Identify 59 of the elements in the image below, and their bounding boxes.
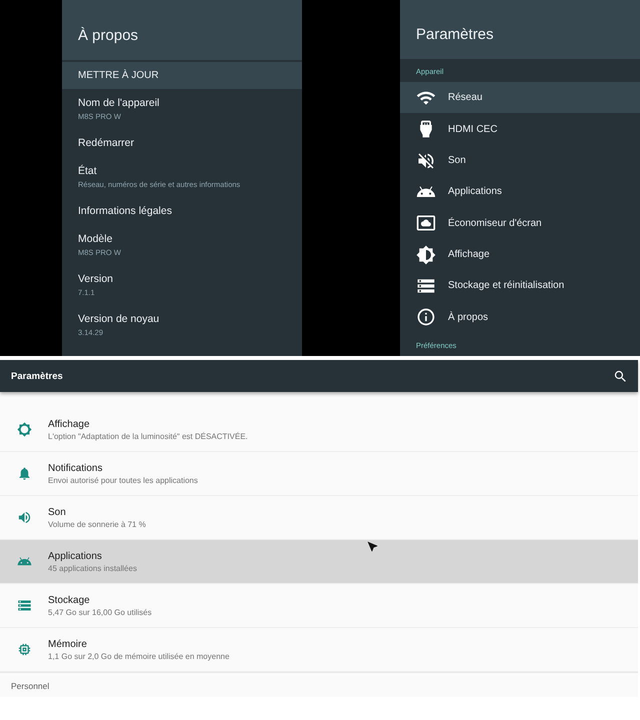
item-title: METTRE À JOUR [78, 70, 160, 81]
item-subtitle: 45 applications installées [48, 564, 137, 572]
item-label: HDMI CEC [448, 124, 498, 135]
item-label: Applications [448, 186, 502, 198]
menu-item[interactable]: METTRE À JOUR [62, 62, 302, 89]
menu-item[interactable]: Applications [400, 176, 640, 208]
settings-item[interactable]: Mémoire 1,1 Go sur 2,0 Go de mémoire utilisée en moyenne [0, 628, 638, 672]
item-label: Stockage et réinitialisation [448, 280, 564, 292]
storage-icon [16, 598, 32, 613]
item-label: Affichage [448, 249, 490, 260]
item-title: Informations légales [78, 205, 173, 217]
item-subtitle: 5,47 Go sur 16,00 Go utilisés [48, 608, 152, 616]
item-subtitle: L'option "Adaptation de la luminosité" est DÉSACTIVÉE. [48, 432, 248, 440]
settings-item[interactable]: Affichage L'option "Adaptation de la luminosité" est DÉSACTIVÉE. [0, 408, 638, 452]
item-title: Notifications [48, 462, 104, 474]
settings-item[interactable]: Stockage 5,47 Go sur 16,00 Go utilisés [0, 584, 638, 628]
item-title: État [78, 165, 98, 177]
item-label: À propos [448, 312, 488, 323]
settings-item[interactable]: Notifications Envoi autorisé pour toutes les applications [0, 452, 638, 496]
bell-icon [16, 466, 32, 481]
item-subtitle: Envoi autorisé pour toutes les applications [48, 476, 198, 484]
muted-speaker-icon [416, 150, 436, 171]
info-icon [416, 307, 436, 328]
brightness-icon [16, 422, 32, 437]
item-title: Applications [48, 550, 103, 562]
menu-item[interactable]: Affichage [400, 238, 640, 270]
menu-item[interactable]: À propos [400, 302, 640, 333]
item-title: Mémoire [48, 638, 88, 650]
item-label: Économiseur d'écran [448, 218, 542, 229]
item-title: Modèle [78, 233, 114, 245]
panel-title: À propos [78, 27, 138, 44]
menu-item[interactable]: Réseau [400, 82, 640, 114]
item-subtitle: Volume de sonnerie à 71 % [48, 520, 146, 528]
cloud-screen-icon [416, 213, 436, 234]
item-title: Version de noyau [78, 313, 160, 325]
menu-item[interactable]: Redémarrer [62, 129, 302, 157]
item-label: Son [448, 155, 466, 166]
mouse-cursor-icon [366, 540, 379, 553]
item-title: Stockage [48, 594, 91, 606]
brightness-icon [416, 244, 436, 265]
speaker-icon [16, 510, 32, 525]
menu-item[interactable]: Son [400, 144, 640, 176]
menu-item[interactable]: Économiseur d'écran [400, 208, 640, 239]
app-bar-title: Paramètres [11, 370, 63, 382]
item-title: Son [48, 506, 67, 518]
section-label: Personnel [0, 672, 638, 697]
chip-icon [16, 642, 32, 657]
menu-item[interactable]: Informations légales [62, 197, 302, 225]
item-title: Nom de l'appareil [78, 97, 160, 109]
menu-item[interactable]: Stockage et réinitialisation [400, 270, 640, 302]
item-title: Affichage [48, 418, 91, 430]
item-label: Réseau [448, 92, 482, 104]
panel-title: Paramètres [416, 26, 494, 44]
item-title: Version [78, 273, 114, 285]
search-button[interactable] [613, 368, 628, 384]
menu-item[interactable]: HDMI CEC [400, 113, 640, 145]
item-title: Redémarrer [78, 137, 136, 149]
settings-item[interactable]: Applications 45 applications installées [0, 540, 638, 584]
item-subtitle: 1,1 Go sur 2,0 Go de mémoire utilisée en moyenne [48, 652, 230, 660]
